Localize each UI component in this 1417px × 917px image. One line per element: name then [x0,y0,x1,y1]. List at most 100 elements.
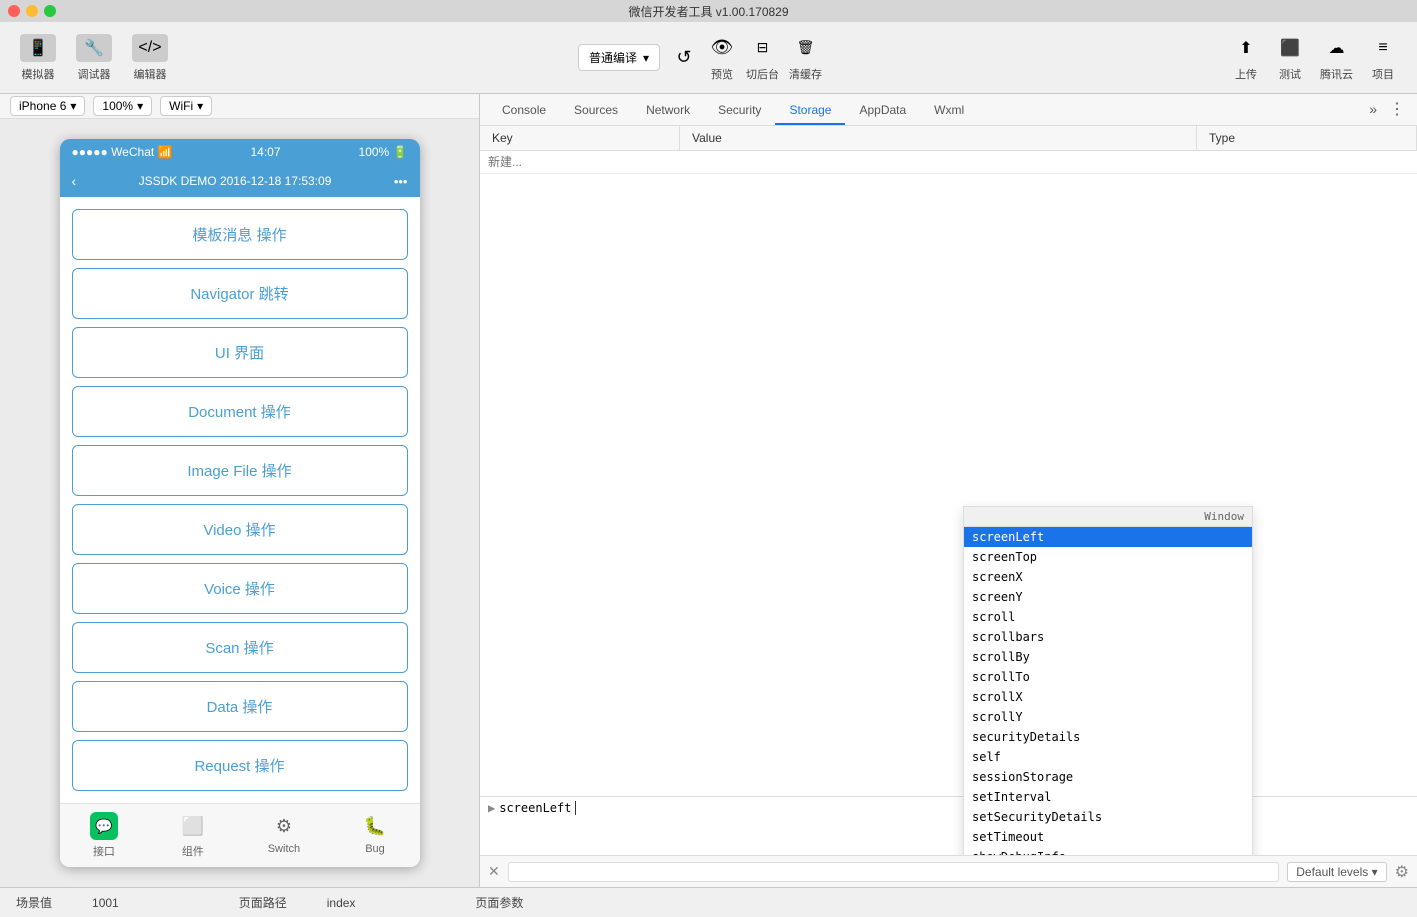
phone-btn-3[interactable]: Document 操作 [72,386,408,437]
autocomplete-item-2[interactable]: screenX [964,567,1252,587]
autocomplete-item-13[interactable]: setInterval [964,787,1252,807]
autocomplete-item-16[interactable]: showDebugInfo [964,847,1252,855]
editor-button[interactable]: </> 编辑器 [132,34,168,82]
device-model-dropdown: ▾ [70,99,76,113]
close-traffic-light[interactable] [8,5,20,17]
bug-label: Bug [365,843,385,855]
phone-header: ‹ JSSDK DEMO 2016-12-18 17:53:09 ••• [60,165,420,197]
tab-storage[interactable]: Storage [775,97,845,125]
phone-btn-8[interactable]: Data 操作 [72,681,408,732]
upload-button[interactable]: ⬆ 上传 [1232,34,1260,82]
test-button[interactable]: ⬛ 测试 [1276,34,1304,82]
phone-container: ●●●●● WeChat 📶 14:07 100% 🔋 ‹ JSSDK DEMO… [0,119,479,887]
phone-btn-0[interactable]: 模板消息 操作 [72,209,408,260]
phone-battery: 100% 🔋 [359,145,408,159]
project-label: 项目 [1372,66,1394,82]
refresh-icon: ↺ [670,44,698,72]
compile-dropdown-icon: ▾ [643,51,649,65]
compile-select[interactable]: 普通编译 ▾ [578,44,660,71]
simulator-button[interactable]: 📱 模拟器 [20,34,56,82]
autocomplete-item-5[interactable]: scrollbars [964,627,1252,647]
autocomplete-item-4[interactable]: scroll [964,607,1252,627]
bug-icon: 🐛 [361,812,389,840]
console-level-select[interactable]: Default levels ▾ [1287,862,1386,882]
console-settings-icon[interactable]: ⚙ [1395,862,1409,882]
console-level-dropdown: ▾ [1372,865,1378,879]
maximize-traffic-light[interactable] [44,5,56,17]
tencent-label: 腾讯云 [1320,66,1353,82]
toolbar: 📱 模拟器 🔧 调试器 </> 编辑器 普通编译 ▾ ↺ 👁 预览 ⊟ 切后台 … [0,22,1417,94]
phone-nav-zujiian[interactable]: ⬜ 组件 [179,812,207,859]
phone-btn-7[interactable]: Scan 操作 [72,622,408,673]
tencent-button[interactable]: ☁ 腾讯云 [1320,34,1353,82]
autocomplete-item-8[interactable]: scrollX [964,687,1252,707]
devtools-column-headers: Key Value Type [480,126,1417,151]
new-key-input[interactable] [488,155,668,169]
simulator-icon: 📱 [20,34,56,62]
phone-btn-4[interactable]: Image File 操作 [72,445,408,496]
phone-btn-9[interactable]: Request 操作 [72,740,408,791]
tab-network[interactable]: Network [632,97,704,125]
editor-icon: </> [132,34,168,62]
phone-back-icon: ‹ [72,173,77,189]
autocomplete-item-14[interactable]: setSecurityDetails [964,807,1252,827]
more-tabs-button[interactable]: » [1361,95,1385,123]
tab-appdata[interactable]: AppData [845,97,920,125]
new-key-row [480,151,1417,174]
phone-btn-2[interactable]: UI 界面 [72,327,408,378]
phone-body: 模板消息 操作 Navigator 跳转 UI 界面 Document 操作 I… [60,197,420,803]
autocomplete-item-3[interactable]: screenY [964,587,1252,607]
cutback-button[interactable]: ⊟ 切后台 [746,34,779,82]
autocomplete-item-11[interactable]: self [964,747,1252,767]
debugger-button[interactable]: 🔧 调试器 [76,34,112,82]
autocomplete-item-15[interactable]: setTimeout [964,827,1252,847]
phone-nav-switch[interactable]: ⚙ Switch [268,812,300,859]
minimize-traffic-light[interactable] [26,5,38,17]
tab-sources[interactable]: Sources [560,97,632,125]
zujian-label: 组件 [182,843,204,859]
project-button[interactable]: ≡ 项目 [1369,34,1397,82]
toolbar-center: 普通编译 ▾ ↺ 👁 预览 ⊟ 切后台 🗑 清缓存 [188,34,1212,82]
autocomplete-dropdown: Window screenLeft screenTop screenX scre… [963,506,1253,855]
device-network-dropdown: ▾ [197,99,203,113]
col-header-value: Value [680,126,1197,150]
right-panel: Console Sources Network Security Storage… [480,94,1417,887]
upload-label: 上传 [1235,66,1257,82]
device-model-label: iPhone 6 [19,99,66,113]
tab-console[interactable]: Console [488,97,560,125]
device-zoom-dropdown: ▾ [137,99,143,113]
project-icon: ≡ [1369,34,1397,62]
device-network-select[interactable]: WiFi ▾ [160,96,212,116]
clear-button[interactable]: 🗑 清缓存 [789,34,822,82]
phone-btn-5[interactable]: Video 操作 [72,504,408,555]
refresh-button[interactable]: ↺ [670,44,698,72]
col-header-type: Type [1197,126,1417,150]
autocomplete-item-1[interactable]: screenTop [964,547,1252,567]
debugger-label: 调试器 [78,66,111,82]
preview-button[interactable]: 👁 预览 [708,34,736,82]
phone-nav-bug[interactable]: 🐛 Bug [361,812,389,859]
autocomplete-item-9[interactable]: scrollY [964,707,1252,727]
device-model-select[interactable]: iPhone 6 ▾ [10,96,85,116]
close-console-button[interactable]: ✕ [488,863,500,880]
autocomplete-item-12[interactable]: sessionStorage [964,767,1252,787]
phone-nav-jiekou[interactable]: 💬 接口 [90,812,118,859]
switch-label: Switch [268,843,300,855]
tab-wxml[interactable]: Wxml [920,97,978,125]
autocomplete-item-0[interactable]: screenLeft [964,527,1252,547]
autocomplete-item-6[interactable]: scrollBy [964,647,1252,667]
eye-icon: 👁 [708,34,736,62]
simulator-label: 模拟器 [22,66,55,82]
autocomplete-item-10[interactable]: securityDetails [964,727,1252,747]
phone-btn-1[interactable]: Navigator 跳转 [72,268,408,319]
tab-security[interactable]: Security [704,97,775,125]
device-network-label: WiFi [169,99,193,113]
tab-options-button[interactable]: ⋮ [1385,94,1409,125]
console-input[interactable] [508,862,1280,882]
phone-btn-6[interactable]: Voice 操作 [72,563,408,614]
device-zoom-select[interactable]: 100% ▾ [93,96,152,116]
autocomplete-item-7[interactable]: scrollTo [964,667,1252,687]
zujian-icon: ⬜ [179,812,207,840]
autocomplete-header: Window [964,507,1252,527]
params-label: 页面参数 [475,894,523,911]
